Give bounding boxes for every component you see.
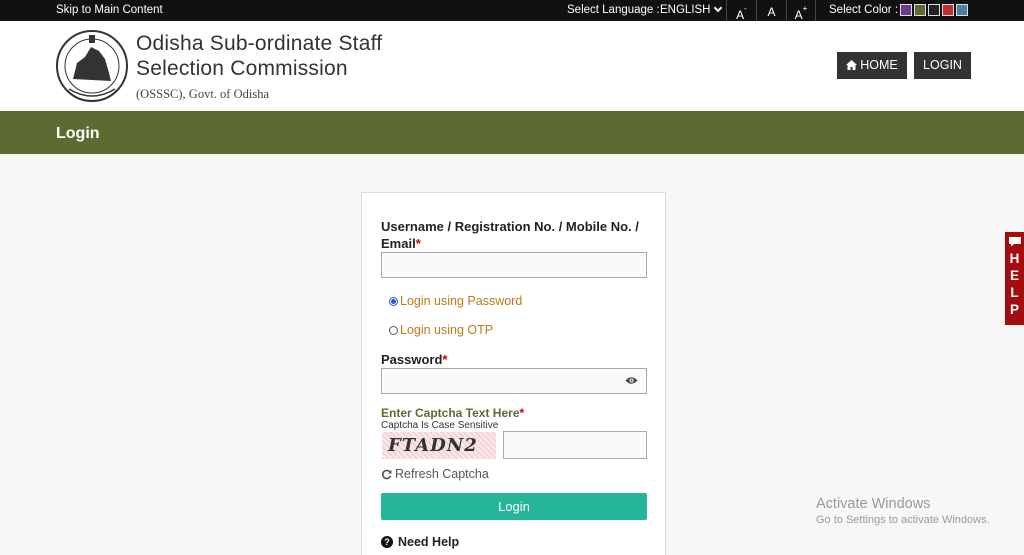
- password-label: Password*: [381, 352, 447, 367]
- site-header: Odisha Sub-ordinate Staff Selection Comm…: [0, 21, 1024, 111]
- radio-login-password[interactable]: Login using Password: [389, 294, 522, 308]
- color-swatch-4[interactable]: [942, 4, 954, 16]
- help-letters: HELP: [1005, 250, 1024, 318]
- font-normal-label: A: [767, 5, 776, 19]
- refresh-captcha-link[interactable]: Refresh Captcha: [381, 467, 489, 481]
- color-swatch-3[interactable]: [928, 4, 940, 16]
- font-normal-button[interactable]: A: [756, 0, 786, 21]
- need-help-link[interactable]: ? Need Help: [381, 535, 459, 549]
- chat-icon: [1008, 237, 1021, 247]
- windows-watermark-title: Activate Windows: [816, 496, 931, 512]
- radio-login-otp[interactable]: Login using OTP: [389, 323, 493, 337]
- color-swatches: [900, 4, 968, 16]
- font-decrease-label: A: [736, 8, 745, 22]
- captcha-image: FTADN2: [382, 432, 496, 459]
- password-label-text: Password: [381, 352, 443, 367]
- org-name-line2: Selection Commission: [136, 57, 348, 80]
- org-name-line1: Odisha Sub-ordinate Staff: [136, 32, 383, 55]
- color-swatch-1[interactable]: [900, 4, 912, 16]
- home-button[interactable]: HOME: [837, 52, 907, 79]
- home-icon: [846, 59, 858, 70]
- page-title: Login: [56, 125, 100, 142]
- help-letter: L: [1010, 285, 1019, 300]
- home-button-label: HOME: [860, 58, 898, 72]
- help-letter: H: [1009, 251, 1020, 266]
- font-decrease-button[interactable]: A-: [726, 0, 756, 22]
- radio-password-control[interactable]: [389, 296, 398, 306]
- eye-icon[interactable]: [625, 376, 638, 385]
- language-value: ENGLISH: [660, 4, 711, 16]
- color-swatch-5[interactable]: [956, 4, 968, 16]
- username-label-2: Email*: [381, 236, 421, 251]
- refresh-captcha-label: Refresh Captcha: [395, 467, 489, 481]
- skip-to-main-link[interactable]: Skip to Main Content: [56, 4, 163, 16]
- question-icon: ?: [381, 536, 393, 548]
- radio-otp-label: Login using OTP: [400, 323, 494, 337]
- org-name-line3: (OSSSC), Govt. of Odisha: [136, 87, 269, 101]
- help-letter: P: [1009, 302, 1019, 317]
- username-input[interactable]: [381, 252, 647, 278]
- username-label: Username / Registration No. / Mobile No.…: [381, 219, 639, 234]
- chevron-down-icon: [713, 3, 722, 13]
- page-banner: Login: [0, 111, 1024, 154]
- odisha-emblem-logo: [56, 30, 128, 102]
- captcha-input[interactable]: [503, 431, 647, 459]
- language-select[interactable]: ENGLISH: [660, 3, 722, 16]
- color-label: Select Color :: [829, 4, 899, 16]
- need-help-label: Need Help: [398, 535, 460, 549]
- font-increase-label: A: [794, 8, 803, 22]
- login-nav-button[interactable]: LOGIN: [914, 52, 971, 79]
- login-card: Username / Registration No. / Mobile No.…: [361, 192, 666, 555]
- username-label-line2: Email: [381, 236, 416, 251]
- windows-watermark-subtitle: Go to Settings to activate Windows.: [816, 514, 990, 526]
- login-submit-button[interactable]: Login: [381, 493, 647, 520]
- help-letter: E: [1009, 268, 1019, 283]
- captcha-hint: Captcha Is Case Sensitive: [381, 420, 499, 431]
- required-mark: *: [442, 352, 448, 367]
- font-increase-button[interactable]: A+: [786, 0, 816, 22]
- top-utility-bar: Skip to Main Content Select Language : E…: [0, 0, 1024, 22]
- language-label: Select Language :: [567, 4, 660, 16]
- help-side-tab[interactable]: HELP: [1005, 232, 1024, 325]
- captcha-label-text: Enter Captcha Text Here: [381, 406, 520, 420]
- password-input[interactable]: [381, 368, 647, 394]
- captcha-label: Enter Captcha Text Here*: [381, 406, 524, 420]
- color-swatch-2[interactable]: [914, 4, 926, 16]
- radio-password-label: Login using Password: [400, 294, 523, 308]
- radio-otp-control[interactable]: [389, 325, 398, 335]
- required-mark: *: [519, 406, 525, 420]
- refresh-icon: [382, 469, 392, 479]
- username-label-line1: Username / Registration No. / Mobile No.…: [381, 219, 639, 234]
- required-mark: *: [415, 236, 421, 251]
